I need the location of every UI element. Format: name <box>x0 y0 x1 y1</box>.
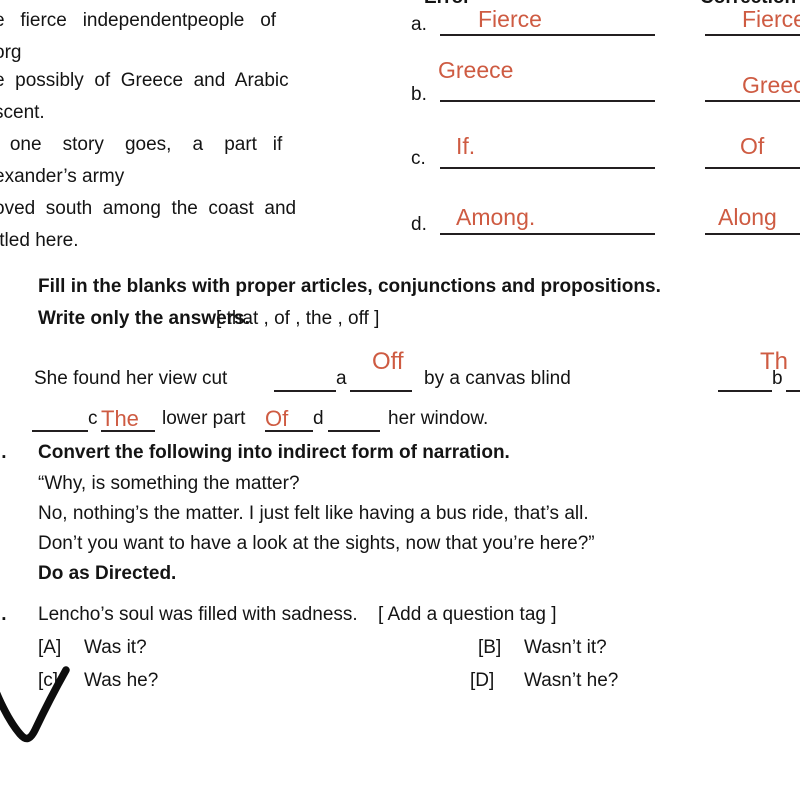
blank-d-right-rule[interactable] <box>328 430 380 432</box>
option-d-text[interactable]: Wasn’t he? <box>524 670 618 692</box>
answer-row-a-error-value[interactable]: Fierce <box>478 6 542 33</box>
option-b-key[interactable]: [B] <box>478 637 501 659</box>
answer-row-c-correction-value[interactable]: Of <box>740 133 764 160</box>
blank-d-marker: d <box>313 408 324 429</box>
answer-row-b-label: b. <box>411 84 427 105</box>
fill-sentence-part4: her window. <box>388 408 489 429</box>
blank-b-right-rule[interactable] <box>786 390 800 392</box>
answer-row-b-correction-value[interactable]: Greece <box>742 72 800 99</box>
question-directed-number: .. <box>0 604 7 625</box>
blank-c-marker: c <box>88 408 98 429</box>
answer-row-b-error-value[interactable]: Greece <box>438 57 513 84</box>
worksheet-page: Error Correction e fierce independentpeo… <box>0 0 800 812</box>
blank-b-left-rule[interactable] <box>718 390 772 392</box>
answer-row-d-label: d. <box>411 214 427 235</box>
answer-row-b-error-rule <box>440 100 655 102</box>
answer-row-a-label: a. <box>411 14 427 35</box>
answer-row-c-correction-rule <box>705 167 800 169</box>
blank-d-answer[interactable]: Of <box>265 406 288 432</box>
narration-line-1: “Why, is something the matter? <box>38 473 300 494</box>
passage-line-1: e fierce independentpeople of <box>0 10 277 31</box>
blank-c-answer[interactable]: The <box>101 406 139 432</box>
answer-row-d-error-value[interactable]: Among. <box>456 204 535 231</box>
blank-c-left-rule[interactable] <box>32 430 88 432</box>
blank-a-marker: a <box>336 368 347 389</box>
question-directed-stem: Lencho’s soul was filled with sadness. <box>38 604 358 625</box>
passage-line-7: oved south among the coast and <box>0 198 297 219</box>
do-as-directed-heading: Do as Directed. <box>38 563 177 584</box>
question-narration-number: .. <box>0 442 7 463</box>
option-b-text[interactable]: Wasn’t it? <box>524 637 607 659</box>
answer-row-a-correction-value[interactable]: Fierce <box>742 6 800 33</box>
narration-line-3: Don’t you want to have a look at the sig… <box>38 533 595 554</box>
blank-a-left-rule[interactable] <box>274 390 336 392</box>
question-directed-directive: [ Add a question tag ] <box>378 604 557 625</box>
answer-row-d-error-rule <box>440 233 655 235</box>
answer-row-c-error-rule <box>440 167 655 169</box>
question-fill-blanks-number: . <box>0 276 1 298</box>
answer-row-a-error-rule <box>440 34 655 36</box>
blank-c-right-rule[interactable] <box>101 430 155 432</box>
answer-row-d-correction-value[interactable]: Along <box>718 204 777 231</box>
blank-a-answer[interactable]: Off <box>372 348 404 376</box>
handwritten-check-icon <box>0 666 70 743</box>
fill-sentence-part1: She found her view cut <box>34 368 228 389</box>
passage-line-4: scent. <box>0 102 45 123</box>
answer-row-d-correction-rule <box>705 233 800 235</box>
question-fill-blanks-word-bank: [ that , of , the , off ] <box>216 308 380 329</box>
passage-line-3: e possibly of Greece and Arabic <box>0 70 289 91</box>
narration-line-2: No, nothing’s the matter. I just felt li… <box>38 503 589 524</box>
blank-d-left-rule[interactable] <box>265 430 313 432</box>
blank-b-answer[interactable]: Th <box>760 348 788 376</box>
passage-line-6: exander’s army <box>0 166 125 187</box>
blank-a-right-rule[interactable] <box>350 390 412 392</box>
option-d-key[interactable]: [D] <box>470 670 494 692</box>
passage-line-5: one story goes, a part if <box>0 134 283 155</box>
answer-row-a-correction-rule <box>705 34 800 36</box>
answer-row-c-label: c. <box>411 148 426 169</box>
question-narration-instruction: Convert the following into indirect form… <box>38 442 510 463</box>
answer-row-b-correction-rule <box>705 100 800 102</box>
answer-row-c-error-value[interactable]: If. <box>456 133 475 160</box>
fill-sentence-part2: by a canvas blind <box>424 368 571 389</box>
question-fill-blanks-instruction-line1: Fill in the blanks with proper articles,… <box>38 276 661 297</box>
fill-sentence-part3: lower part <box>162 408 246 429</box>
passage-line-2: org <box>0 42 22 63</box>
passage-line-8: ttled here. <box>0 230 79 251</box>
